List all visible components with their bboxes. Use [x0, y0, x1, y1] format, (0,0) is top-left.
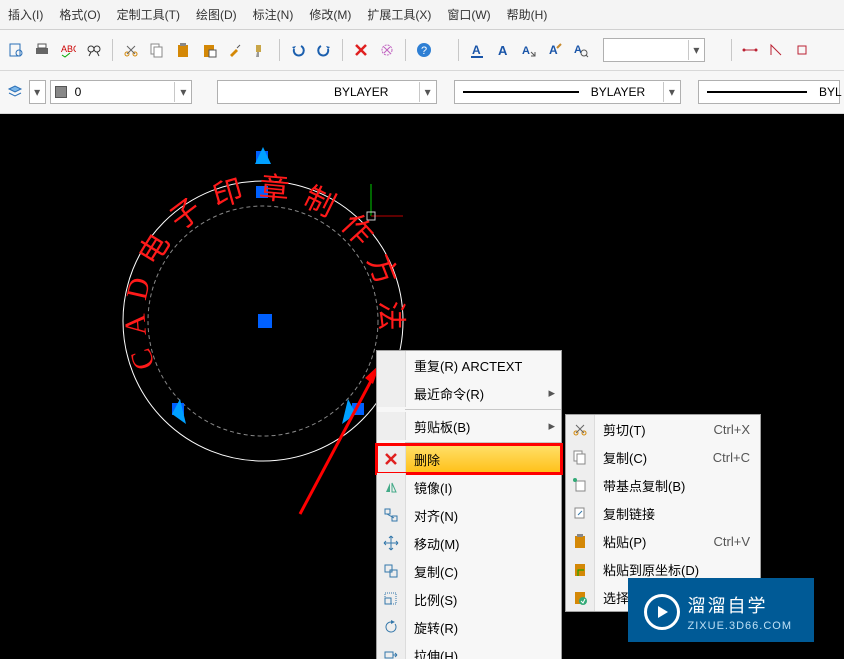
- context-menu: 重复(R) ARCTEXT 最近命令(R)▸ 剪贴板(B)▸ 删除 镜像(I) …: [376, 350, 562, 659]
- cut-icon[interactable]: [119, 38, 143, 62]
- dimension-angular-icon[interactable]: [764, 38, 788, 62]
- ctx-mirror[interactable]: 镜像(I): [377, 473, 561, 501]
- menu-window[interactable]: 窗口(W): [439, 2, 498, 27]
- paste-special-icon[interactable]: [197, 38, 221, 62]
- ctx-copy[interactable]: 复制(C): [377, 557, 561, 585]
- ctx-align[interactable]: 对齐(N): [377, 501, 561, 529]
- linetype-combo[interactable]: BYLAYER ▾: [454, 80, 681, 104]
- grip-center[interactable]: [258, 314, 272, 328]
- lineweight-preview: [707, 91, 807, 93]
- print-preview-icon[interactable]: [4, 38, 28, 62]
- ctx-repeat[interactable]: 重复(R) ARCTEXT: [377, 351, 561, 379]
- print-icon[interactable]: [30, 38, 54, 62]
- format-painter-icon[interactable]: [249, 38, 273, 62]
- svg-text:A: A: [472, 43, 481, 57]
- text-style-a-icon[interactable]: A: [491, 38, 515, 62]
- play-icon: [644, 594, 680, 630]
- text-style-a-edit-icon[interactable]: A: [543, 38, 567, 62]
- color-combo[interactable]: BYLAYER ▾: [217, 80, 437, 104]
- menu-draw[interactable]: 绘图(D): [188, 2, 245, 27]
- ctx-rotate[interactable]: 旋转(R): [377, 613, 561, 641]
- menu-help[interactable]: 帮助(H): [499, 2, 556, 27]
- drawing-canvas-wrap: C A D 电 子 印 章 制 作 方 法 重复(R) ARCTEXT 最近命令…: [0, 114, 844, 659]
- text-style-a-arrow-icon[interactable]: A: [517, 38, 541, 62]
- watermark-title: 溜溜自学: [688, 592, 792, 618]
- menu-bar: 插入(I) 格式(O) 定制工具(T) 绘图(D) 标注(N) 修改(M) 扩展…: [0, 0, 844, 30]
- undo-icon[interactable]: [286, 38, 310, 62]
- svg-text:A: A: [549, 43, 558, 57]
- ctx-clipboard[interactable]: 剪贴板(B)▸: [377, 412, 561, 440]
- dimension-linear-icon[interactable]: [738, 38, 762, 62]
- text-find-icon[interactable]: A: [569, 38, 593, 62]
- stamp-arc-text[interactable]: C A D 电 子 印 章 制 作 方 法: [119, 172, 408, 375]
- sub-copy-link[interactable]: 复制链接: [566, 499, 760, 527]
- svg-text:ABC: ABC: [61, 44, 76, 54]
- layer-dropdown-arrow[interactable]: ▾: [29, 80, 46, 104]
- ctx-move[interactable]: 移动(M): [377, 529, 561, 557]
- layer-name: 0: [71, 85, 175, 99]
- copy-icon[interactable]: [145, 38, 169, 62]
- sub-paste[interactable]: 粘贴(P)Ctrl+V: [566, 527, 760, 555]
- purge-icon[interactable]: [375, 38, 399, 62]
- linetype-preview: [463, 91, 579, 93]
- dimension-block-icon[interactable]: [790, 38, 814, 62]
- linetype-value: BYLAYER: [587, 85, 649, 99]
- text-style-combo[interactable]: ▾: [603, 38, 705, 62]
- sub-copy-base[interactable]: 带基点复制(B): [566, 471, 760, 499]
- svg-text:A: A: [522, 45, 530, 57]
- ctx-scale[interactable]: 比例(S): [377, 585, 561, 613]
- menu-custom-tools[interactable]: 定制工具(T): [109, 2, 188, 27]
- help-icon[interactable]: ?: [412, 38, 436, 62]
- text-style-a-underline-icon[interactable]: A: [465, 38, 489, 62]
- sub-cut[interactable]: 剪切(T)Ctrl+X: [566, 415, 760, 443]
- spellcheck-icon[interactable]: ABC: [56, 38, 80, 62]
- sub-copy[interactable]: 复制(C)Ctrl+C: [566, 443, 760, 471]
- svg-text:?: ?: [421, 45, 427, 57]
- menu-ext-tools[interactable]: 扩展工具(X): [359, 2, 439, 27]
- watermark-url: ZIXUE.3D66.COM: [688, 620, 792, 632]
- main-toolbar: ABC ? A A A A A ▾: [0, 30, 844, 71]
- property-toolbar: ▾ 0 ▾ BYLAYER ▾ BYLAYER ▾ BYL: [0, 71, 844, 114]
- delete-icon[interactable]: [349, 38, 373, 62]
- match-properties-icon[interactable]: [223, 38, 247, 62]
- menu-insert[interactable]: 插入(I): [0, 2, 51, 27]
- menu-modify[interactable]: 修改(M): [301, 2, 359, 27]
- watermark-badge: 溜溜自学 ZIXUE.3D66.COM: [628, 578, 814, 642]
- ctx-delete[interactable]: 删除: [377, 445, 561, 473]
- layer-combo[interactable]: 0 ▾: [50, 80, 193, 104]
- annotation-arrow-line: [300, 364, 380, 514]
- layer-states-icon[interactable]: [4, 80, 27, 104]
- lineweight-value: BYL: [815, 85, 844, 99]
- redo-icon[interactable]: [312, 38, 336, 62]
- find-icon[interactable]: [82, 38, 106, 62]
- svg-text:A: A: [498, 43, 508, 58]
- ctx-recent[interactable]: 最近命令(R)▸: [377, 379, 561, 407]
- ctx-stretch[interactable]: 拉伸(H): [377, 641, 561, 659]
- menu-annotate[interactable]: 标注(N): [245, 2, 302, 27]
- color-value: BYLAYER: [330, 85, 392, 99]
- layer-color-swatch: [55, 86, 67, 98]
- paste-icon[interactable]: [171, 38, 195, 62]
- lineweight-combo[interactable]: BYL: [698, 80, 840, 104]
- menu-format[interactable]: 格式(O): [51, 2, 108, 27]
